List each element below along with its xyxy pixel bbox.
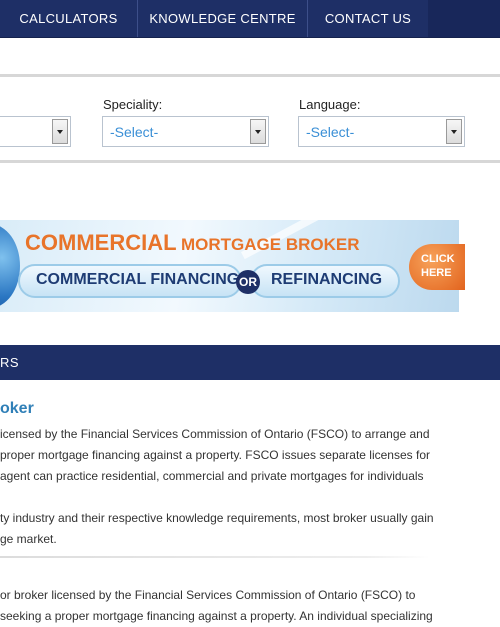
banner-or-badge: OR xyxy=(236,270,260,294)
paragraph-line: ge market. xyxy=(0,532,57,546)
paragraph-line: ty industry and their respective knowled… xyxy=(0,511,434,525)
paragraph-line: icensed by the Financial Services Commis… xyxy=(0,427,430,441)
paragraph-line: seeking a proper mortgage financing agai… xyxy=(0,609,433,623)
language-select-value: -Select- xyxy=(306,124,355,140)
filter-top-rule xyxy=(0,74,500,77)
banner-title-big: COMMERCIAL xyxy=(25,230,177,255)
chevron-down-icon[interactable] xyxy=(52,119,68,144)
commercial-broker-banner[interactable]: COMMERCIAL MORTGAGE BROKER COMMERCIAL FI… xyxy=(0,220,459,312)
paragraph-1: icensed by the Financial Services Commis… xyxy=(0,424,484,487)
paragraph-line: agent can practice residential, commerci… xyxy=(0,469,424,483)
language-label: Language: xyxy=(299,97,361,112)
nav-contact-us[interactable]: CONTACT US xyxy=(308,0,428,37)
speciality-label: Speciality: xyxy=(103,97,163,112)
content-divider xyxy=(0,556,430,558)
paragraph-line: proper mortgage financing against a prop… xyxy=(0,448,430,462)
banner-pill-left-text: COMMERCIAL FINANCING xyxy=(36,271,240,288)
globe-graphic xyxy=(0,224,20,308)
filter-bottom-rule xyxy=(0,160,500,163)
nav-knowledge-centre[interactable]: KNOWLEDGE CENTRE xyxy=(138,0,307,37)
first-select[interactable] xyxy=(0,116,71,147)
banner-title-small: MORTGAGE BROKER xyxy=(181,235,360,254)
click-here-button[interactable]: CLICK HERE xyxy=(409,244,465,290)
banner-title: COMMERCIAL MORTGAGE BROKER xyxy=(25,230,360,256)
section-header-bar: RS xyxy=(0,345,500,380)
paragraph-2: ty industry and their respective knowled… xyxy=(0,508,484,550)
section-heading: oker xyxy=(0,400,34,417)
speciality-select-value: -Select- xyxy=(110,124,159,140)
speciality-select[interactable]: -Select- xyxy=(102,116,269,147)
paragraph-3: or broker licensed by the Financial Serv… xyxy=(0,585,484,627)
click-here-line1: CLICK xyxy=(421,253,455,265)
language-select[interactable]: -Select- xyxy=(298,116,465,147)
nav-calculators[interactable]: CALCULATORS xyxy=(0,0,137,37)
nav-endcap xyxy=(428,0,500,37)
banner-pill-right-text: REFINANCING xyxy=(271,271,383,288)
chevron-down-icon[interactable] xyxy=(446,119,462,144)
paragraph-line: or broker licensed by the Financial Serv… xyxy=(0,588,416,602)
top-navigation: CALCULATORS KNOWLEDGE CENTRE CONTACT US xyxy=(0,0,500,38)
section-header-label: RS xyxy=(0,355,20,370)
chevron-down-icon[interactable] xyxy=(250,119,266,144)
click-here-line2: HERE xyxy=(421,267,452,279)
